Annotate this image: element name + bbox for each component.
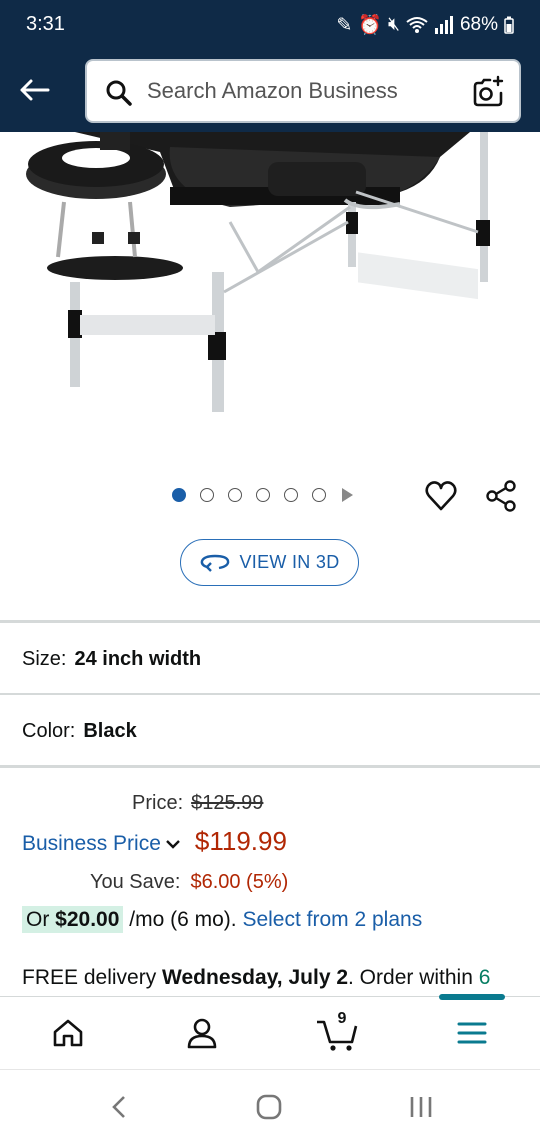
search-icon bbox=[106, 80, 132, 106]
image-carousel-dots bbox=[172, 488, 353, 502]
share-icon bbox=[486, 480, 516, 512]
delivery-prefix: FREE delivery bbox=[22, 966, 157, 989]
size-value: 24 inch width bbox=[74, 648, 202, 670]
select-plan-link[interactable]: Select from 2 plans bbox=[242, 908, 422, 931]
list-price-label: Price: bbox=[132, 792, 184, 814]
savings-label: You Save: bbox=[90, 871, 181, 893]
delivery-date: Wednesday, July 2 bbox=[162, 966, 349, 989]
carousel-dot-5[interactable] bbox=[284, 488, 298, 502]
active-tab-indicator bbox=[439, 994, 505, 1000]
business-price-label: Business Price bbox=[22, 832, 161, 855]
delivery-countdown: 6 bbox=[478, 966, 491, 989]
business-price-value: $119.99 bbox=[194, 826, 287, 856]
back-button[interactable] bbox=[14, 70, 54, 110]
status-time: 3:31 bbox=[26, 13, 65, 35]
carousel-dot-2[interactable] bbox=[200, 488, 214, 502]
add-to-wishlist-button[interactable] bbox=[424, 479, 458, 513]
nav-cart[interactable]: 9 bbox=[316, 1010, 360, 1053]
battery-percent: 68% bbox=[459, 14, 498, 35]
recents-icon bbox=[410, 1097, 432, 1117]
alarm-icon: ⏰ bbox=[358, 15, 382, 36]
installment-amount: $20.00 bbox=[55, 908, 120, 931]
color-selector[interactable]: Color: Black bbox=[22, 720, 137, 743]
installment-terms: /mo (6 mo). bbox=[129, 908, 237, 931]
color-label: Color: bbox=[22, 720, 76, 742]
wifi-icon bbox=[406, 17, 428, 33]
view-in-3d-label: VIEW IN 3D bbox=[239, 552, 340, 572]
section-divider bbox=[0, 620, 540, 623]
signal-icon bbox=[434, 16, 453, 34]
carousel-dot-1[interactable] bbox=[172, 488, 186, 502]
installment-badge: Or $20.00 bbox=[22, 906, 124, 933]
section-divider bbox=[0, 693, 540, 695]
cart-count: 9 bbox=[337, 1010, 347, 1027]
massage-table-image bbox=[25, 132, 515, 414]
carousel-dot-4[interactable] bbox=[256, 488, 270, 502]
section-divider bbox=[0, 765, 540, 768]
video-play-icon[interactable] bbox=[342, 488, 353, 502]
carousel-dot-3[interactable] bbox=[228, 488, 242, 502]
business-price-dropdown[interactable]: Business Price bbox=[22, 832, 181, 855]
carousel-dot-6[interactable] bbox=[312, 488, 326, 502]
chevron-down-icon bbox=[166, 840, 180, 850]
nav-menu[interactable] bbox=[452, 1013, 492, 1053]
system-nav-bar bbox=[0, 1069, 540, 1140]
battery-icon bbox=[504, 16, 514, 34]
mute-icon: 🔇︎ bbox=[387, 14, 400, 35]
menu-icon bbox=[457, 1022, 487, 1044]
savings-value: $6.00 (5%) bbox=[190, 871, 289, 893]
back-arrow-icon bbox=[20, 79, 50, 101]
list-price-row: Price: $125.99 bbox=[132, 792, 263, 815]
account-icon bbox=[187, 1018, 217, 1049]
search-input[interactable] bbox=[147, 75, 447, 107]
list-price-value: $125.99 bbox=[191, 792, 264, 814]
product-image[interactable] bbox=[0, 132, 540, 432]
bottom-nav-bar: 9 bbox=[0, 994, 540, 1069]
business-price-row: Business Price $119.99 bbox=[22, 826, 287, 857]
heart-icon bbox=[425, 481, 457, 511]
nav-account[interactable] bbox=[182, 1013, 222, 1053]
status-icons: ✎ ⏰ 🔇︎ 68% bbox=[336, 13, 514, 37]
home-icon bbox=[53, 1019, 83, 1047]
back-chevron-icon bbox=[112, 1096, 125, 1118]
savings-row: You Save: $6.00 (5%) bbox=[90, 871, 288, 894]
system-recents-button[interactable] bbox=[406, 1092, 436, 1122]
delivery-info: FREE delivery Wednesday, July 2. Order w… bbox=[22, 966, 490, 990]
installment-offer: Or $20.00 /mo (6 mo). Select from 2 plan… bbox=[22, 906, 422, 933]
delivery-suffix: . Order within bbox=[348, 966, 473, 989]
system-back-button[interactable] bbox=[104, 1092, 134, 1122]
color-value: Black bbox=[83, 720, 137, 742]
search-header bbox=[0, 52, 540, 132]
view-in-3d-button[interactable]: VIEW IN 3D bbox=[180, 539, 359, 586]
installment-prefix: Or bbox=[26, 908, 50, 931]
size-label: Size: bbox=[22, 648, 67, 670]
nav-home[interactable] bbox=[48, 1013, 88, 1053]
share-button[interactable] bbox=[484, 479, 518, 513]
rotate-3d-icon bbox=[201, 554, 230, 572]
system-home-button[interactable] bbox=[254, 1092, 284, 1122]
camera-scan-icon[interactable] bbox=[471, 75, 505, 109]
size-selector[interactable]: Size: 24 inch width bbox=[22, 648, 201, 671]
search-box[interactable] bbox=[85, 59, 521, 123]
pen-icon: ✎ bbox=[336, 14, 353, 36]
status-bar: 3:31 ✎ ⏰ 🔇︎ 68% bbox=[0, 0, 540, 52]
home-circle-icon bbox=[256, 1094, 282, 1120]
